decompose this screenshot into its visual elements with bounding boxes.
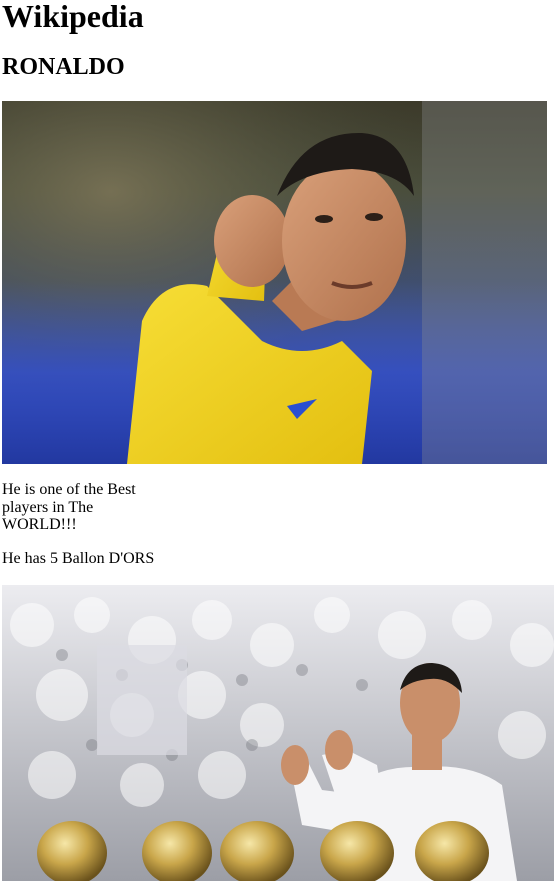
paragraph-ballon-dors: He has 5 Ballon D'ORS — [2, 550, 155, 567]
player-photo-1 — [2, 101, 547, 464]
site-title: Wikipedia — [2, 0, 144, 34]
player-photo-1-drawing — [2, 101, 547, 464]
player-photo-2 — [2, 585, 554, 881]
paragraph-best-players: He is one of the Best players in The WOR… — [2, 481, 136, 533]
article-title: RONALDO — [2, 54, 125, 80]
player-photo-2-drawing — [2, 585, 554, 881]
